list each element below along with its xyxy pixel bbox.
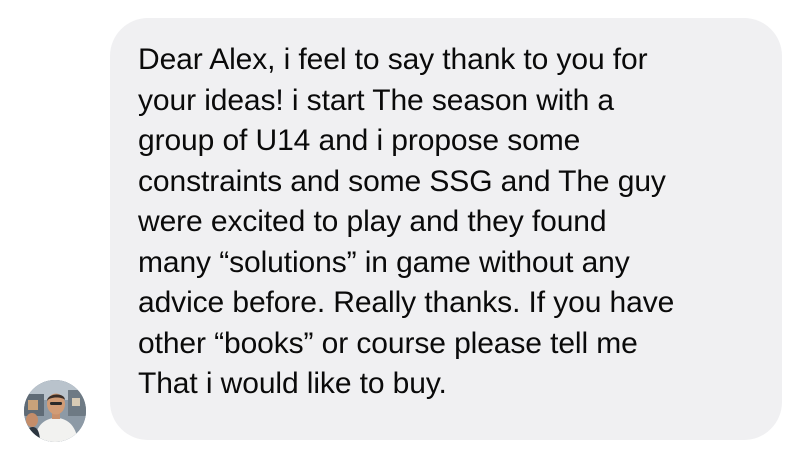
message-line: many “solutions” in game without any bbox=[138, 245, 630, 279]
message-line: advice before. Really thanks. If you hav… bbox=[138, 286, 675, 319]
sender-avatar[interactable] bbox=[24, 380, 86, 442]
message-line: other “books” or course please tell me bbox=[138, 326, 638, 360]
message-line: Dear Alex, i feel to say thank to you fo… bbox=[138, 43, 648, 76]
message-line: were excited to play and they found bbox=[138, 205, 607, 238]
user-avatar-icon bbox=[24, 380, 86, 442]
message-line: your ideas! i start The season with a bbox=[138, 83, 614, 117]
message-line: group of U14 and i propose some bbox=[138, 124, 581, 157]
chat-view: Dear Alex, i feel to say thank to you fo… bbox=[0, 0, 800, 468]
message-line: That i would like to buy. bbox=[138, 367, 447, 400]
message-line: constraints and some SSG and The guy bbox=[138, 164, 666, 198]
message-bubble[interactable]: Dear Alex, i feel to say thank to you fo… bbox=[110, 18, 782, 440]
